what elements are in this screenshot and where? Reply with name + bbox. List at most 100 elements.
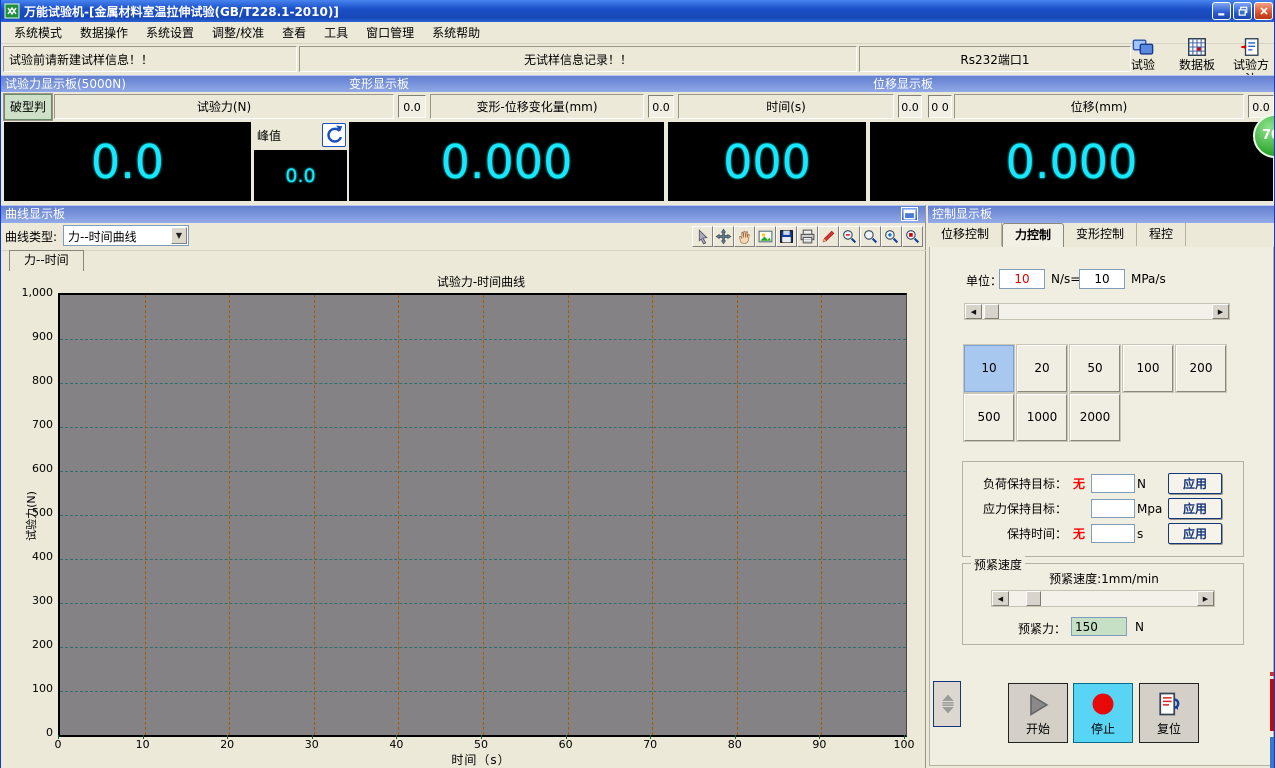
unit-label: 单位： [966, 272, 1002, 289]
hand-icon[interactable] [734, 226, 755, 247]
v-gridline [483, 295, 484, 735]
jog-up-down-button[interactable] [933, 681, 961, 727]
speed-preset-buttons: 102050100200 50010002000 [964, 345, 1234, 443]
speed-button-100[interactable]: 100 [1123, 345, 1173, 392]
scroll-left-icon[interactable]: ◀ [992, 591, 1009, 606]
hold-flag: 无 [1067, 475, 1091, 492]
peak-label: 峰值 [257, 127, 281, 144]
print-icon[interactable] [797, 226, 818, 247]
stop-button[interactable]: 停止 [1073, 683, 1133, 743]
menu-bar: 系统模式数据操作系统设置调整/校准查看工具窗口管理系统帮助 [1, 22, 1275, 44]
x-tick-label: 60 [549, 738, 583, 751]
preload-scrollbar-thumb[interactable] [1026, 591, 1041, 606]
rate-mpa-input[interactable] [1079, 269, 1125, 289]
zoom-in-icon[interactable] [881, 226, 902, 247]
hold-unit: s [1135, 527, 1162, 541]
restore-button[interactable] [1233, 2, 1252, 20]
time-lcd: 000 [668, 122, 866, 201]
rate-n-input[interactable] [999, 269, 1045, 289]
window-title: 万能试验机-[金属材料室温拉伸试验(GB/T228.1-2010)] [24, 3, 339, 20]
pointer-icon[interactable] [692, 226, 713, 247]
disp-panel-title: 位移显示板 [873, 76, 933, 93]
hold-value-input[interactable] [1091, 499, 1135, 518]
peak-lcd: 0.0 [254, 150, 347, 201]
peak-reset-button[interactable] [322, 123, 346, 147]
reset-button[interactable]: 复位 [1139, 683, 1199, 743]
unit-suffix-label: MPa/s [1131, 272, 1166, 286]
tab-位移控制[interactable]: 位移控制 [929, 223, 1002, 246]
play-icon [1024, 690, 1052, 718]
hold-value-input[interactable] [1091, 524, 1135, 543]
menu-item-5[interactable]: 工具 [315, 22, 357, 43]
hold-row-0: 负荷保持目标：无N应用 [963, 471, 1243, 496]
curve-type-select[interactable]: 力--时间曲线 ▼ [63, 225, 189, 246]
y-tick-label: 700 [1, 418, 53, 431]
preload-scrollbar[interactable]: ◀ ▶ [991, 590, 1215, 607]
x-tick-label: 90 [802, 738, 836, 751]
zoom-reset-icon[interactable] [902, 226, 923, 247]
curve-type-value: 力--时间曲线 [68, 228, 137, 245]
curve-type-label: 曲线类型: [5, 228, 57, 245]
deform-lcd: 0.000 [349, 122, 664, 201]
disp-lcd: 0.000 [870, 122, 1273, 201]
apply-button[interactable]: 应用 [1168, 473, 1222, 494]
curve-window-icon[interactable] [901, 207, 918, 221]
x-tick-label: 40 [379, 738, 413, 751]
unit-mid-label: N/s= [1051, 272, 1080, 286]
scroll-right-icon[interactable]: ▶ [1197, 591, 1214, 606]
speed-button-2000[interactable]: 2000 [1070, 394, 1120, 441]
tab-程控[interactable]: 程控 [1137, 223, 1186, 246]
status-message-record: 无试样信息记录！！ [299, 46, 857, 72]
rate-scrollbar-thumb[interactable] [984, 304, 999, 319]
menu-item-2[interactable]: 系统设置 [137, 22, 203, 43]
menu-item-3[interactable]: 调整/校准 [203, 22, 273, 43]
break-detect-button[interactable]: 破型判断 [4, 94, 52, 120]
preload-force-input[interactable] [1071, 617, 1127, 636]
speed-button-1000[interactable]: 1000 [1017, 394, 1067, 441]
y-tick-label: 200 [1, 638, 53, 651]
speed-button-50[interactable]: 50 [1070, 345, 1120, 392]
minimize-button[interactable] [1212, 2, 1231, 20]
speed-button-20[interactable]: 20 [1017, 345, 1067, 392]
apply-button[interactable]: 应用 [1168, 523, 1222, 544]
tab-变形控制[interactable]: 变形控制 [1064, 223, 1137, 246]
speed-button-200[interactable]: 200 [1176, 345, 1226, 392]
hold-value-input[interactable] [1091, 474, 1135, 493]
play-button[interactable]: 开始 [1008, 683, 1068, 743]
hold-label: 保持时间： [963, 525, 1067, 542]
pencil-icon[interactable] [818, 226, 839, 247]
menu-item-4[interactable]: 查看 [273, 22, 315, 43]
menu-item-7[interactable]: 系统帮助 [423, 22, 489, 43]
tab-力控制[interactable]: 力控制 [1002, 223, 1064, 248]
apply-button[interactable]: 应用 [1168, 498, 1222, 519]
toolbar-label: 试验 [1120, 58, 1166, 72]
rate-scrollbar[interactable]: ◀ ▶ [964, 303, 1230, 320]
panel-headers: 试验力显示板(5000N) 变形显示板 位移显示板 [1, 75, 1275, 93]
scroll-right-icon[interactable]: ▶ [1212, 304, 1229, 319]
y-tick-label: 500 [1, 506, 53, 519]
zoom-out-icon[interactable] [839, 226, 860, 247]
pan-icon[interactable] [713, 226, 734, 247]
edge-widget-red [1270, 679, 1275, 731]
menu-item-0[interactable]: 系统模式 [5, 22, 71, 43]
menu-item-6[interactable]: 窗口管理 [357, 22, 423, 43]
unit-row: 单位： N/s= MPa/s [928, 268, 1275, 292]
scroll-left-icon[interactable]: ◀ [965, 304, 982, 319]
image-icon[interactable] [755, 226, 776, 247]
speed-button-10[interactable]: 10 [964, 345, 1014, 392]
zoom-icon[interactable] [860, 226, 881, 247]
plot-area [58, 293, 907, 737]
preload-group: 预紧速度 预紧速度:1mm/min ◀ ▶ 预紧力： N [962, 563, 1244, 645]
close-button[interactable] [1254, 2, 1273, 20]
disp-label: 位移(mm) [954, 94, 1244, 119]
x-tick-label: 0 [41, 738, 75, 751]
speed-button-500[interactable]: 500 [964, 394, 1014, 441]
hold-target-group: 负荷保持目标：无N应用应力保持目标：Mpa应用保持时间：无s应用 [962, 461, 1244, 557]
menu-item-1[interactable]: 数据操作 [71, 22, 137, 43]
force-small-value: 0.0 [398, 95, 426, 118]
action-label: 停止 [1074, 720, 1132, 737]
y-tick-label: 400 [1, 550, 53, 563]
save-icon[interactable] [776, 226, 797, 247]
method-doc-icon [1240, 36, 1262, 58]
chevron-down-icon[interactable]: ▼ [171, 227, 187, 244]
